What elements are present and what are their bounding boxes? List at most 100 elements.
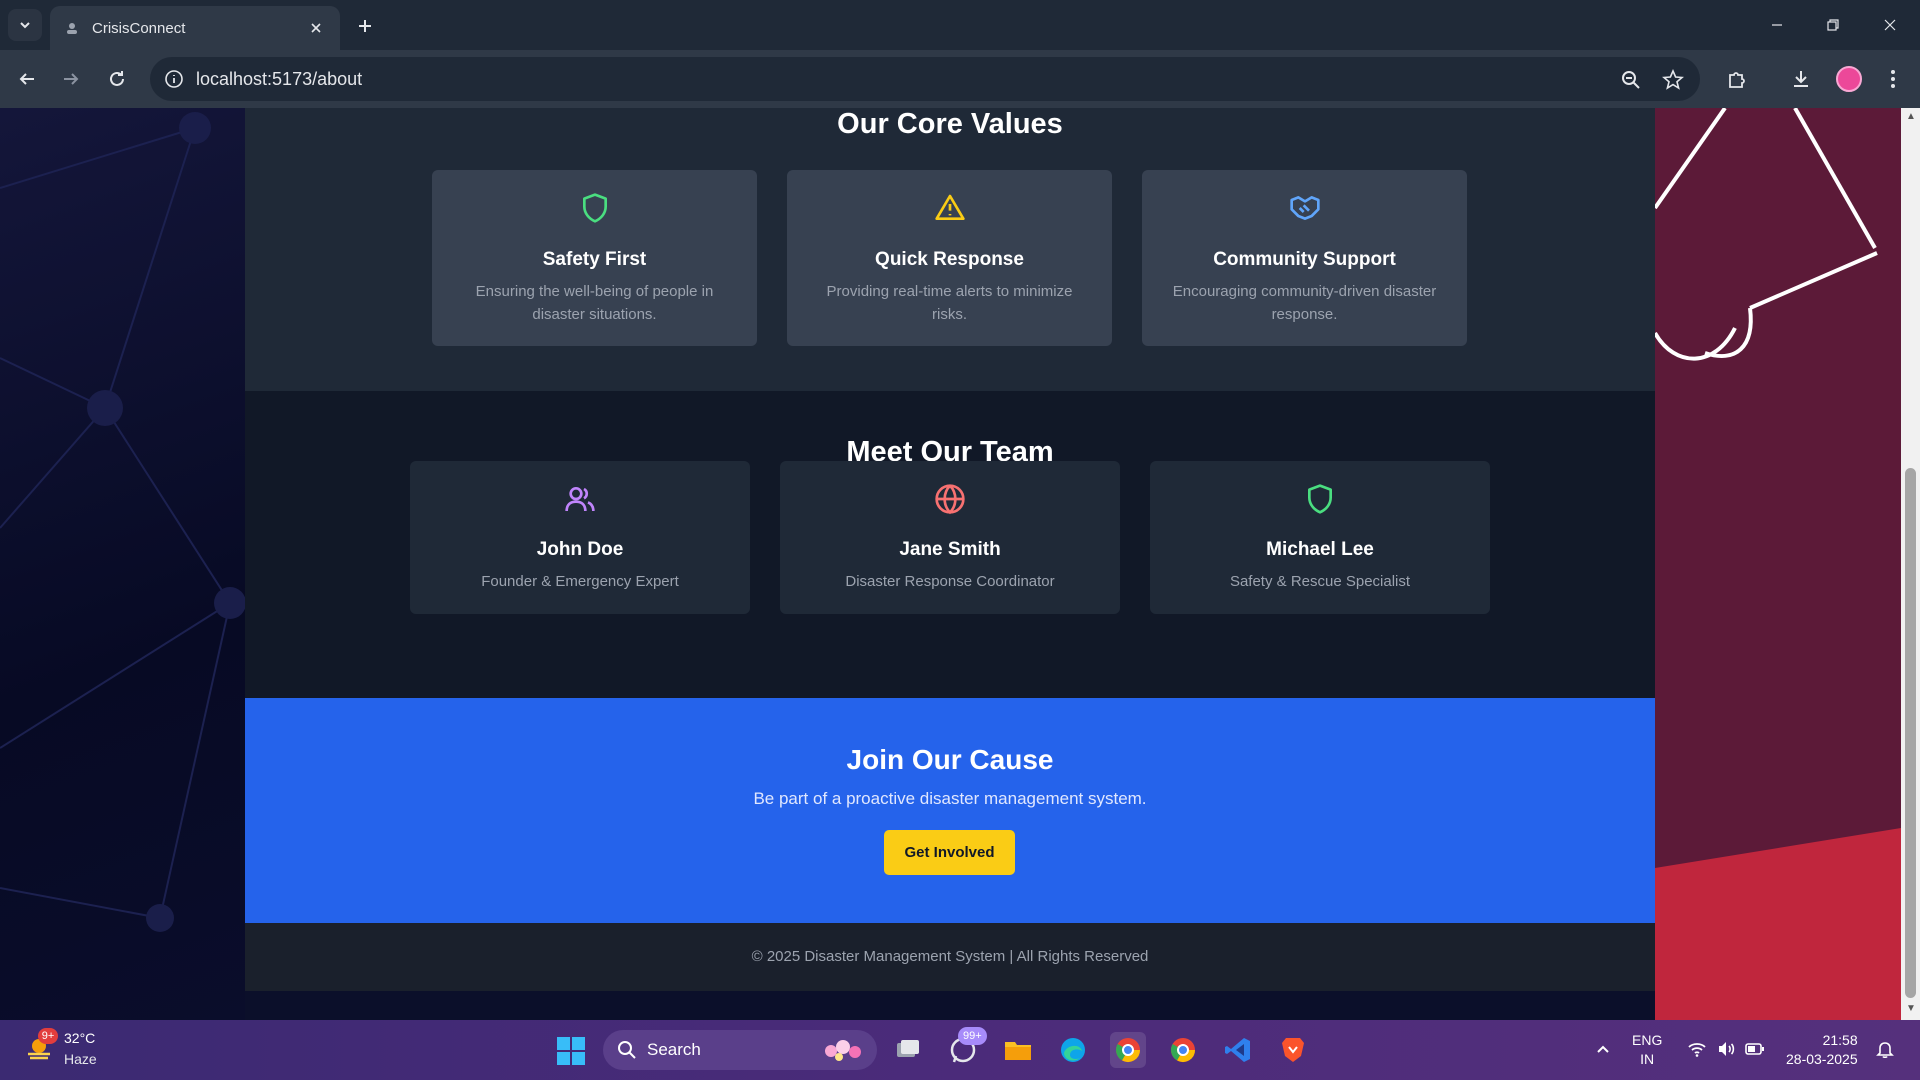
- reload-button[interactable]: [102, 64, 132, 94]
- search-icon: [618, 1041, 636, 1059]
- users-icon: [565, 487, 595, 512]
- team-card-michael-lee: Michael Lee Safety & Rescue Specialist: [1150, 461, 1490, 614]
- brave-app[interactable]: [1275, 1032, 1311, 1068]
- task-view-icon: [897, 1040, 919, 1057]
- folder-icon: [1005, 1042, 1031, 1060]
- new-tab-button[interactable]: [352, 13, 378, 39]
- about-page: Our Core Values Safety First Ensuring th…: [245, 108, 1655, 991]
- chevron-down-icon: [20, 22, 30, 29]
- browser-menu-button[interactable]: [1880, 66, 1906, 92]
- core-values-title: Our Core Values: [837, 108, 1063, 140]
- value-title: Quick Response: [875, 249, 1024, 270]
- chevron-up-icon: [1597, 1045, 1609, 1053]
- value-card-community: Community Support Encouraging community-…: [1142, 170, 1467, 346]
- browser-toolbar: localhost:5173/about: [0, 50, 1920, 108]
- handshake-icon: [1289, 196, 1320, 220]
- language-code: ENG: [1632, 1032, 1663, 1048]
- downloads-button[interactable]: [1788, 66, 1814, 92]
- member-role: Founder & Emergency Expert: [481, 573, 679, 590]
- close-icon: [1884, 19, 1896, 31]
- tab-search-button[interactable]: [8, 9, 42, 41]
- download-icon: [1794, 71, 1808, 87]
- minimize-icon: [1772, 24, 1782, 26]
- taskbar-clock[interactable]: 21:58 28-03-2025: [1786, 1031, 1858, 1069]
- page-footer: © 2025 Disaster Management System | All …: [245, 923, 1655, 991]
- taskbar-search[interactable]: Search: [603, 1030, 877, 1070]
- value-card-quick-response: Quick Response Providing real-time alert…: [787, 170, 1112, 346]
- profile-avatar[interactable]: [1836, 66, 1862, 92]
- value-title: Community Support: [1213, 249, 1396, 270]
- chrome-icon: [1115, 1038, 1140, 1063]
- value-title: Safety First: [542, 249, 647, 270]
- arrow-right-icon: [64, 73, 79, 85]
- edge-app[interactable]: [1055, 1032, 1091, 1068]
- browser-tab-bar: CrisisConnect: [0, 0, 1920, 50]
- team-card-john-doe: John Doe Founder & Emergency Expert: [410, 461, 750, 614]
- more-vertical-icon: [1891, 70, 1895, 88]
- notifications-button[interactable]: [1874, 1038, 1896, 1060]
- region-code: IN: [1640, 1051, 1655, 1067]
- weather-badge: 9+: [38, 1028, 58, 1044]
- cta-title: Join Our Cause: [846, 744, 1054, 775]
- back-button[interactable]: [12, 64, 42, 94]
- language-indicator[interactable]: ENG IN: [1632, 1031, 1662, 1069]
- value-description: Encouraging community-driven disaster re…: [1172, 283, 1437, 323]
- zoom-icon[interactable]: [1620, 69, 1642, 91]
- scroll-down-icon[interactable]: ▼: [1906, 1004, 1916, 1014]
- extensions-button[interactable]: [1724, 66, 1750, 92]
- volume-icon: [1719, 1042, 1735, 1056]
- restore-button[interactable]: [1820, 12, 1846, 38]
- notification-bell-icon: [1876, 1042, 1894, 1059]
- wifi-icon: [1688, 1043, 1706, 1057]
- url-text: localhost:5173/about: [196, 68, 363, 89]
- member-name: John Doe: [536, 539, 624, 560]
- chrome-app[interactable]: [1110, 1032, 1146, 1068]
- plus-icon: [359, 20, 371, 32]
- task-view-app[interactable]: [890, 1032, 926, 1068]
- value-description: Ensuring the well-being of people in dis…: [475, 283, 714, 323]
- scrollbar-thumb[interactable]: [1905, 468, 1916, 998]
- windows-start-icon[interactable]: [556, 1036, 586, 1066]
- site-info-icon[interactable]: [164, 69, 184, 89]
- clock-date: 28-03-2025: [1786, 1051, 1858, 1067]
- edge-icon: [1061, 1038, 1085, 1062]
- shield-icon: [1308, 484, 1332, 514]
- bookmark-star-icon[interactable]: [1662, 69, 1684, 91]
- member-role: Disaster Response Coordinator: [845, 573, 1055, 590]
- chrome-profile-app[interactable]: [1165, 1032, 1201, 1068]
- puzzle-icon: [1729, 72, 1745, 88]
- join-cause-section: Join Our Cause Be part of a proactive di…: [245, 698, 1655, 923]
- brave-lion-icon: [1282, 1038, 1304, 1062]
- copyright-text: © 2025 Disaster Management System | All …: [751, 948, 1149, 965]
- search-label: Search: [647, 1040, 701, 1059]
- minimize-button[interactable]: [1764, 12, 1790, 38]
- page-scrollbar[interactable]: ▲ ▼: [1901, 108, 1920, 1020]
- team-card-jane-smith: Jane Smith Disaster Response Coordinator: [780, 461, 1120, 614]
- forward-button[interactable]: [56, 64, 86, 94]
- get-involved-button[interactable]: Get Involved: [884, 830, 1015, 875]
- background-left-network: [0, 108, 245, 1020]
- chrome-icon: [1170, 1038, 1195, 1063]
- core-values-section: Our Core Values Safety First Ensuring th…: [245, 108, 1655, 391]
- vscode-icon: [1225, 1038, 1250, 1062]
- volume-status[interactable]: [1715, 1038, 1737, 1060]
- shield-icon: [582, 193, 607, 223]
- favicon-icon: [67, 23, 77, 34]
- browser-tab[interactable]: CrisisConnect: [50, 6, 340, 50]
- scroll-up-icon[interactable]: ▲: [1906, 112, 1916, 122]
- battery-status[interactable]: [1744, 1038, 1766, 1060]
- network-pattern-graphic: [0, 112, 245, 932]
- weather-temperature: 32°C: [64, 1030, 96, 1046]
- vscode-app[interactable]: [1220, 1032, 1256, 1068]
- close-window-button[interactable]: [1877, 12, 1903, 38]
- member-name: Jane Smith: [899, 539, 1001, 560]
- close-tab-icon[interactable]: [306, 18, 326, 38]
- tab-title: CrisisConnect: [92, 19, 186, 37]
- search-highlight-art-icon: [825, 1040, 861, 1061]
- wifi-status[interactable]: [1686, 1038, 1708, 1060]
- team-section: Meet Our Team John Doe Founder & Emergen…: [245, 391, 1655, 698]
- battery-icon: [1745, 1043, 1764, 1055]
- tray-overflow-button[interactable]: [1592, 1038, 1614, 1060]
- address-bar[interactable]: localhost:5173/about: [150, 57, 1700, 101]
- file-explorer-app[interactable]: [1000, 1032, 1036, 1068]
